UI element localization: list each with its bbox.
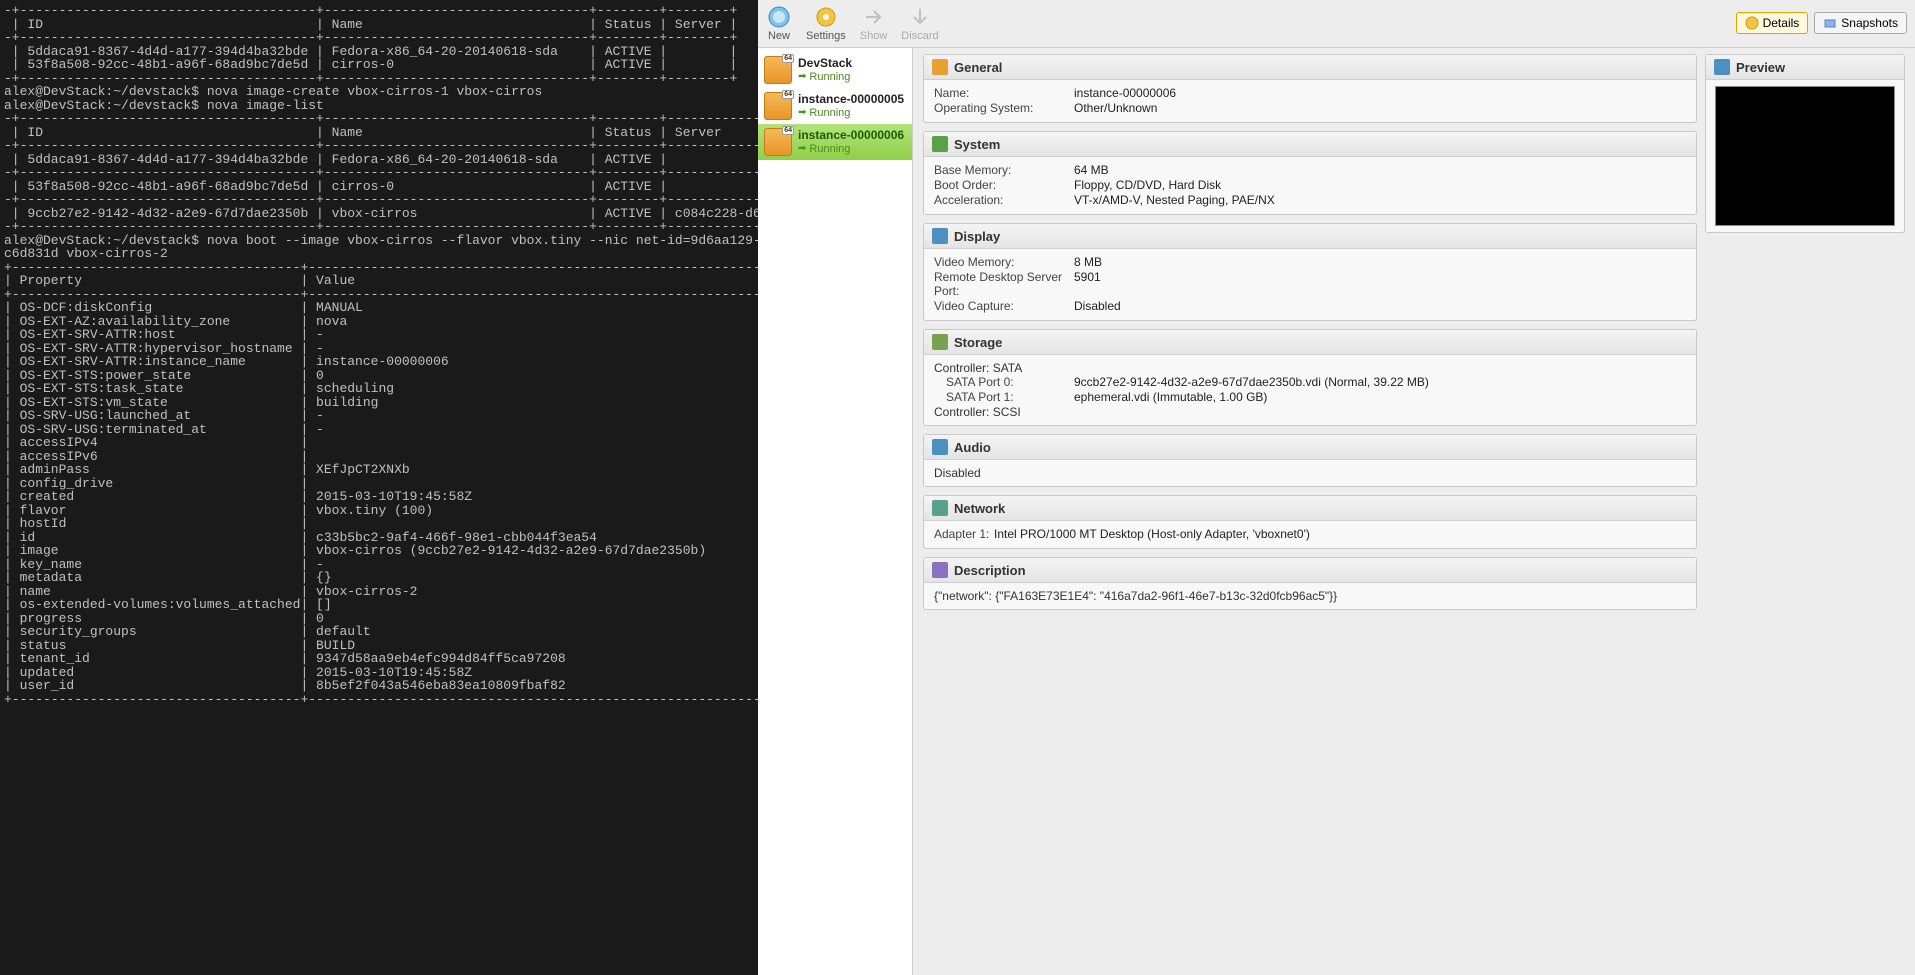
- vm-list: DevStack Running instance-00000005 Runni…: [758, 48, 913, 975]
- vm-icon: [764, 56, 792, 84]
- description-icon: [932, 562, 948, 578]
- section-header[interactable]: Display: [924, 224, 1696, 249]
- section-header[interactable]: System: [924, 132, 1696, 157]
- section-system: System Base Memory:64 MB Boot Order:Flop…: [923, 131, 1697, 215]
- vm-name: instance-00000006: [798, 128, 904, 142]
- toolbar-label: Discard: [901, 30, 938, 42]
- terminal-window[interactable]: -+--------------------------------------…: [0, 0, 758, 975]
- section-header[interactable]: Description: [924, 558, 1696, 583]
- settings-button[interactable]: Settings: [806, 4, 846, 42]
- arrow-right-icon: [861, 4, 887, 30]
- general-name: instance-00000006: [1074, 86, 1686, 100]
- virtualbox-manager: New Settings Show Discard Details Snapsh…: [758, 0, 1915, 975]
- discard-button: Discard: [901, 4, 938, 42]
- camera-icon: [1823, 16, 1837, 30]
- general-icon: [932, 59, 948, 75]
- vm-item-instance5[interactable]: instance-00000005 Running: [758, 88, 912, 124]
- section-audio: Audio Disabled: [923, 434, 1697, 487]
- button-label: Snapshots: [1841, 16, 1898, 30]
- section-preview: Preview: [1705, 54, 1905, 233]
- section-header[interactable]: Network: [924, 496, 1696, 521]
- new-button[interactable]: New: [766, 4, 792, 42]
- network-icon: [932, 500, 948, 516]
- toolbar-label: Show: [860, 30, 888, 42]
- section-general: General Name:instance-00000006 Operating…: [923, 54, 1697, 123]
- vm-icon: [764, 92, 792, 120]
- details-icon: [1745, 16, 1759, 30]
- vm-name: DevStack: [798, 56, 852, 70]
- preview-icon: [1714, 59, 1730, 75]
- vm-state: Running: [798, 143, 904, 156]
- section-storage: Storage Controller: SATA SATA Port 0:9cc…: [923, 329, 1697, 426]
- show-button: Show: [860, 4, 888, 42]
- vm-preview-thumbnail[interactable]: [1715, 86, 1895, 226]
- storage-icon: [932, 334, 948, 350]
- arrow-down-icon: [907, 4, 933, 30]
- gear-icon: [813, 4, 839, 30]
- section-description: Description {"network": {"FA163E73E1E4":…: [923, 557, 1697, 610]
- audio-icon: [932, 439, 948, 455]
- vm-state: Running: [798, 107, 904, 120]
- section-header[interactable]: Audio: [924, 435, 1696, 460]
- general-os: Other/Unknown: [1074, 101, 1686, 115]
- section-header[interactable]: Preview: [1706, 55, 1904, 80]
- vm-name: instance-00000005: [798, 92, 904, 106]
- toolbar-label: New: [768, 30, 790, 42]
- new-icon: [766, 4, 792, 30]
- section-network: Network Adapter 1:Intel PRO/1000 MT Desk…: [923, 495, 1697, 549]
- chip-icon: [932, 136, 948, 152]
- display-icon: [932, 228, 948, 244]
- vm-item-instance6[interactable]: instance-00000006 Running: [758, 124, 912, 160]
- vm-state: Running: [798, 71, 852, 84]
- toolbar-label: Settings: [806, 30, 846, 42]
- vm-icon: [764, 128, 792, 156]
- vm-item-devstack[interactable]: DevStack Running: [758, 52, 912, 88]
- button-label: Details: [1763, 16, 1800, 30]
- section-header[interactable]: Storage: [924, 330, 1696, 355]
- details-toggle[interactable]: Details: [1736, 12, 1809, 34]
- section-display: Display Video Memory:8 MB Remote Desktop…: [923, 223, 1697, 321]
- details-pane: General Name:instance-00000006 Operating…: [913, 48, 1915, 975]
- section-header[interactable]: General: [924, 55, 1696, 80]
- snapshots-toggle[interactable]: Snapshots: [1814, 12, 1907, 34]
- toolbar: New Settings Show Discard Details Snapsh…: [758, 0, 1915, 48]
